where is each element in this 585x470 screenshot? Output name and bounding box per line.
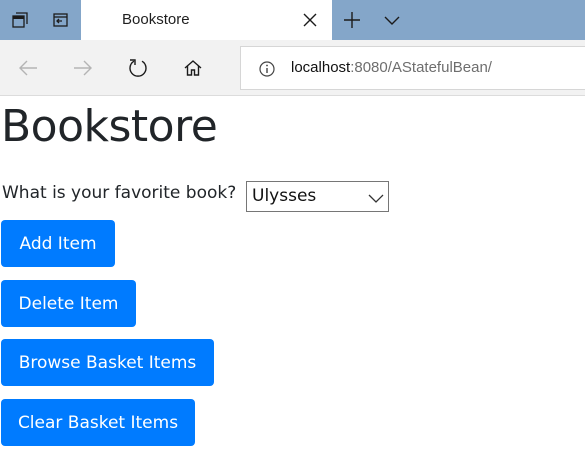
clear-basket-items-button[interactable]: Clear Basket Items — [1, 399, 195, 446]
browse-basket-items-button[interactable]: Browse Basket Items — [1, 339, 214, 386]
forward-icon[interactable] — [63, 48, 103, 88]
favorite-book-label: What is your favorite book? — [2, 183, 237, 203]
tab-preview-icon[interactable] — [0, 0, 40, 40]
url-path: :8080/AStatefulBean/ — [350, 59, 492, 76]
chevron-down-icon — [368, 190, 384, 204]
tab-title: Bookstore — [122, 11, 190, 28]
info-icon[interactable] — [258, 60, 276, 78]
favorite-book-selected-value: Ulysses — [252, 186, 317, 206]
delete-item-button[interactable]: Delete Item — [1, 280, 136, 327]
close-icon[interactable] — [300, 10, 320, 30]
tab-strip: Bookstore — [0, 0, 585, 40]
navigation-bar: localhost:8080/AStatefulBean/ — [0, 40, 585, 96]
url-text[interactable]: localhost:8080/AStatefulBean/ — [291, 59, 492, 76]
back-icon[interactable] — [8, 48, 48, 88]
url-host: localhost — [291, 59, 351, 76]
favorite-book-select[interactable]: Ulysses — [246, 181, 389, 212]
tab-bookstore[interactable]: Bookstore — [81, 0, 332, 40]
new-tab-icon[interactable] — [332, 0, 372, 40]
home-icon[interactable] — [173, 48, 213, 88]
page-content: Bookstore What is your favorite book? Ul… — [0, 97, 585, 470]
set-tabs-aside-icon[interactable] — [40, 0, 80, 40]
refresh-icon[interactable] — [118, 48, 158, 88]
page-title: Bookstore — [1, 101, 218, 152]
tab-list-chevron-icon[interactable] — [372, 0, 412, 40]
add-item-button[interactable]: Add Item — [1, 220, 115, 267]
address-bar[interactable]: localhost:8080/AStatefulBean/ — [240, 46, 585, 90]
